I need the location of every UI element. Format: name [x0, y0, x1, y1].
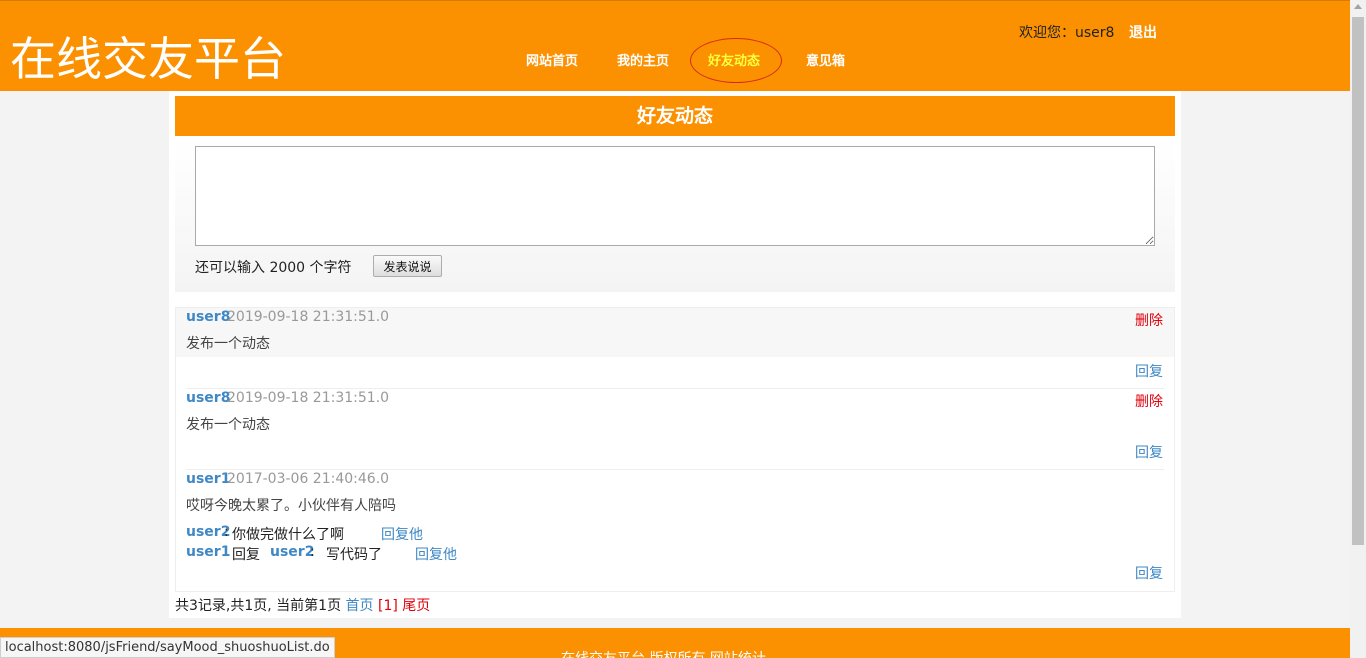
comment-target[interactable]: user2 [270, 544, 314, 560]
divider [186, 388, 1164, 389]
post-author[interactable]: user8 [186, 309, 230, 325]
delete-link[interactable]: 删除 [1135, 310, 1163, 330]
welcome-text: 欢迎您：user8 [1019, 25, 1115, 41]
nav-feedback[interactable]: 意见箱 [806, 50, 845, 69]
reply-link[interactable]: 回复 [1135, 361, 1163, 381]
pagination-summary: 共3记录,共1页, 当前第1页 [175, 598, 342, 614]
comment-verb: 回复 [232, 547, 260, 563]
post-content: 哎呀今晚太累了。小伙伴有人陪吗 [186, 498, 396, 514]
scroll-up-arrow-icon[interactable] [1354, 4, 1362, 9]
first-page-link[interactable]: 首页 [346, 598, 374, 614]
section-title: 好友动态 [175, 96, 1175, 136]
reply-him-link[interactable]: 回复他 [381, 524, 423, 544]
post-content: 发布一个动态 [186, 417, 270, 433]
post-time: 2017-03-06 21:40:46.0 [227, 471, 390, 487]
comment-separator: : [224, 524, 229, 540]
footer-text: 在线交友平台 版权所有 网站统计 [561, 648, 766, 658]
status-textarea[interactable] [195, 146, 1155, 246]
post-time: 2019-09-18 21:31:51.0 [227, 309, 390, 325]
post-author[interactable]: user1 [186, 471, 230, 487]
reply-him-link[interactable]: 回复他 [415, 544, 457, 564]
logout-link[interactable]: 退出 [1129, 22, 1157, 42]
comment-author[interactable]: user1 [186, 544, 230, 560]
scroll-thumb[interactable] [1352, 17, 1364, 545]
status-bar-url: localhost:8080/jsFriend/sayMood_shuoshuo… [0, 637, 335, 658]
nav-friend-feed[interactable]: 好友动态 [708, 50, 760, 69]
comment-text: 写代码了 [326, 547, 382, 563]
comment-text: 你做完做什么了啊 [232, 527, 344, 543]
pagination: 共3记录,共1页, 当前第1页 首页 [1] 尾页 [175, 595, 430, 615]
reply-link[interactable]: 回复 [1135, 563, 1163, 583]
post-time: 2019-09-18 21:31:51.0 [227, 390, 390, 406]
site-logo: 在线交友平台 [10, 32, 286, 86]
remaining-chars: 还可以输入 2000 个字符 [195, 260, 352, 276]
current-page: [1] [377, 598, 398, 614]
reply-link[interactable]: 回复 [1135, 442, 1163, 462]
post-author[interactable]: user8 [186, 390, 230, 406]
comment-separator: : [310, 544, 315, 560]
nav-home[interactable]: 网站首页 [526, 50, 578, 69]
delete-link[interactable]: 删除 [1135, 391, 1163, 411]
last-page-link[interactable]: 尾页 [402, 598, 430, 614]
publish-button[interactable]: 发表说说 [373, 255, 442, 277]
post-content: 发布一个动态 [186, 336, 270, 352]
divider [186, 469, 1164, 470]
nav-my-page[interactable]: 我的主页 [617, 50, 669, 69]
